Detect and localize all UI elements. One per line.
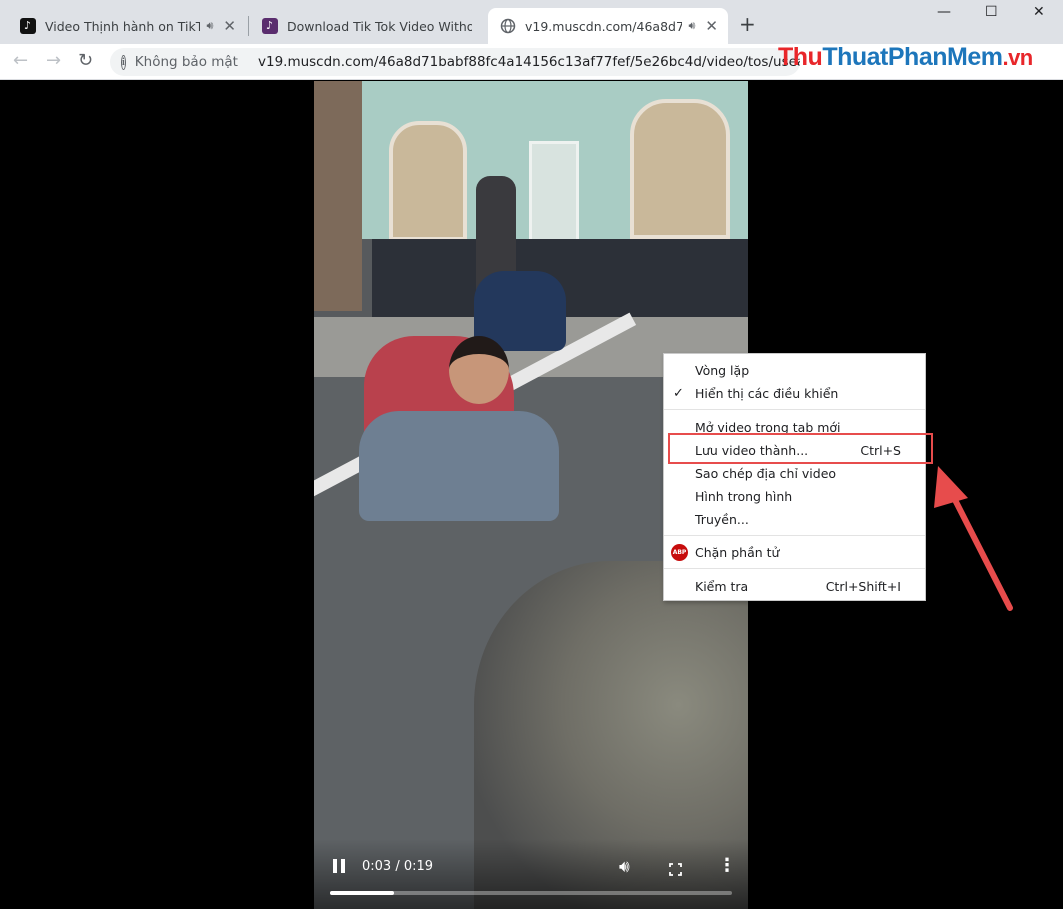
checkmark-icon: ✓ — [673, 385, 684, 401]
menu-item-label: Hiển thị các điều khiển — [695, 385, 839, 401]
menu-item-block-element[interactable]: ABP Chặn phần tử — [664, 541, 925, 563]
address-bar[interactable]: i Không bảo mật v19.muscdn.com/46a8d71ba… — [110, 48, 800, 76]
video-window — [389, 121, 467, 241]
pause-icon[interactable] — [332, 859, 346, 873]
speaker-icon[interactable]: 🔊︎ — [206, 19, 213, 33]
menu-item-label: Kiểm tra — [695, 578, 749, 594]
watermark-part: Thu — [778, 43, 823, 71]
context-menu: Vòng lặp ✓ Hiển thị các điều khiển Mở vi… — [663, 353, 926, 601]
info-icon[interactable]: i — [121, 54, 126, 70]
close-window-button[interactable]: ✕ — [1033, 4, 1045, 20]
time-display: 0:03 / 0:19 — [362, 859, 434, 874]
menu-separator — [664, 568, 925, 569]
menu-item-shortcut: Ctrl+Shift+I — [825, 578, 901, 594]
close-icon[interactable]: ✕ — [223, 17, 236, 35]
menu-item-cast[interactable]: Truyền... — [664, 508, 925, 530]
url-text[interactable]: v19.muscdn.com/46a8d71babf88fc4a14156c13… — [258, 54, 800, 70]
tab-tiktok-trending[interactable]: ♪ Video Thịnh hành on TikTok 🔊︎ ✕ — [8, 8, 246, 44]
menu-item-label: Vòng lặp — [695, 362, 750, 378]
minimize-button[interactable]: — — [937, 4, 951, 20]
browser-window: ♪ Video Thịnh hành on TikTok 🔊︎ ✕ ♪ Down… — [0, 0, 1063, 909]
menu-item-label: Truyền... — [695, 511, 749, 527]
menu-item-label: Hình trong hình — [695, 488, 793, 504]
maximize-button[interactable]: ☐ — [985, 4, 998, 20]
menu-separator — [664, 535, 925, 536]
highlight-box — [668, 433, 933, 464]
speaker-icon[interactable]: 🔊︎ — [688, 19, 695, 33]
globe-icon — [500, 18, 516, 34]
menu-item-inspect[interactable]: Kiểm tra Ctrl+Shift+I — [664, 575, 925, 597]
video-person-head — [449, 336, 509, 404]
video-controls: 0:03 / 0:19 🔊︎ ⋮ — [314, 839, 748, 909]
tiktok-icon: ♪ — [20, 18, 36, 34]
menu-separator — [664, 409, 925, 410]
downloader-site-icon: ♪ — [262, 18, 278, 34]
video-window — [630, 99, 730, 239]
close-icon[interactable]: ✕ — [705, 17, 718, 35]
tab-title: v19.muscdn.com/46a8d71babf88fc4a14156c13… — [525, 18, 683, 34]
menu-item-label: Chặn phần tử — [695, 544, 780, 560]
tab-separator — [248, 16, 249, 36]
watermark-part: ThuatPhanMem — [822, 43, 1003, 71]
video-door — [529, 141, 579, 251]
tab-strip: ♪ Video Thịnh hành on TikTok 🔊︎ ✕ ♪ Down… — [0, 0, 1063, 44]
menu-item-loop[interactable]: Vòng lặp — [664, 359, 925, 381]
menu-item-show-controls[interactable]: ✓ Hiển thị các điều khiển — [664, 382, 925, 404]
tab-download-tiktok[interactable]: ♪ Download Tik Tok Video Without Waterma… — [250, 8, 486, 44]
new-tab-button[interactable]: + — [739, 14, 756, 34]
more-options-icon[interactable]: ⋮ — [718, 857, 736, 875]
menu-item-copy-video-address[interactable]: Sao chép địa chỉ video — [664, 462, 925, 484]
video-building-left — [314, 81, 362, 311]
adblock-icon: ABP — [671, 543, 688, 561]
tab-video-active[interactable]: v19.muscdn.com/46a8d71babf88fc4a14156c13… — [488, 8, 728, 44]
tab-title: Download Tik Tok Video Without Watermark — [287, 18, 472, 34]
tab-title: Video Thịnh hành on TikTok — [45, 18, 201, 34]
menu-item-label: Sao chép địa chỉ video — [695, 465, 837, 481]
menu-item-picture-in-picture[interactable]: Hình trong hình — [664, 485, 925, 507]
forward-button[interactable]: → — [46, 50, 61, 72]
progress-bar[interactable] — [330, 891, 732, 895]
watermark-part: .vn — [1002, 45, 1033, 70]
back-button[interactable]: ← — [13, 50, 28, 72]
reload-button[interactable]: ↻ — [78, 50, 93, 72]
progress-fill — [330, 891, 394, 895]
video-person-jeans — [359, 411, 559, 521]
volume-icon[interactable]: 🔊︎ — [619, 857, 630, 877]
fullscreen-icon[interactable] — [669, 861, 682, 876]
security-label[interactable]: Không bảo mật — [135, 54, 238, 70]
site-watermark: ThuThuatPhanMem.vn — [778, 43, 1033, 72]
